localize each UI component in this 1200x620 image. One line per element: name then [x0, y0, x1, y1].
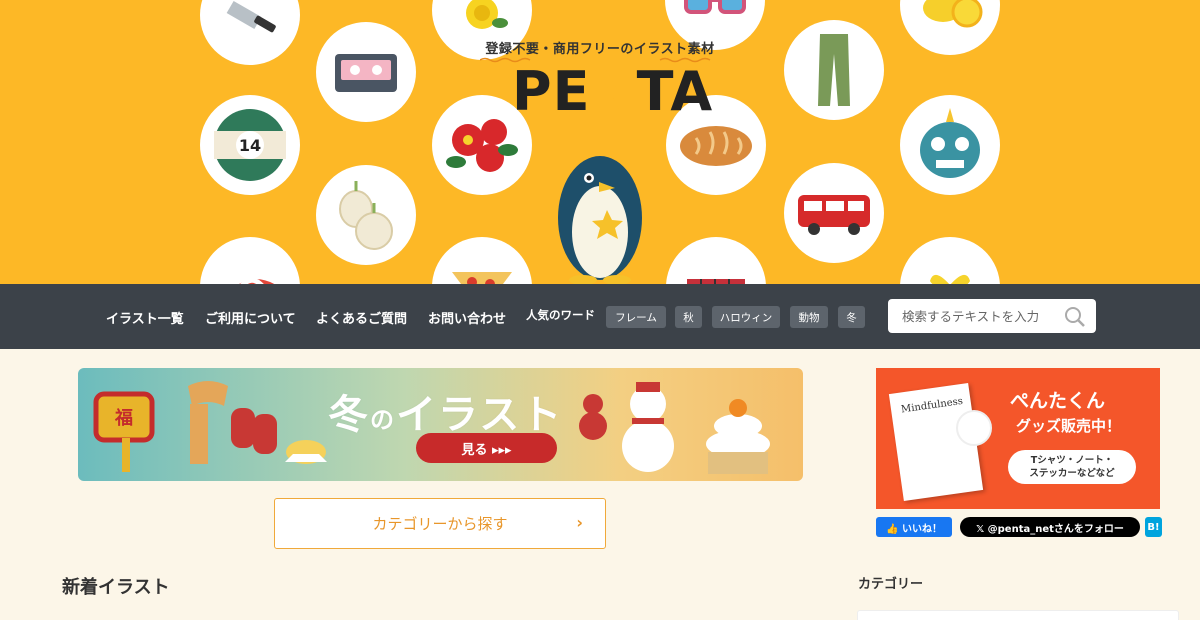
promo-title: ぺんたくん: [1010, 390, 1106, 412]
nav-contact[interactable]: お問い合わせ: [428, 308, 506, 327]
twitter-follow-button[interactable]: 𝕏 @penta_netさんをフォロー: [960, 517, 1140, 537]
umbrella-icon: [200, 237, 300, 284]
lemon-icon: [900, 0, 1000, 55]
tag-winter[interactable]: 冬: [838, 306, 865, 328]
billiard-ball-icon: 14: [200, 95, 300, 195]
nav-faq[interactable]: よくあるご質問: [316, 308, 407, 327]
tag-frame[interactable]: フレーム: [606, 306, 666, 328]
pizza-icon: [432, 237, 532, 284]
mittens-icon: [231, 408, 277, 454]
sidebar-category-heading: カテゴリー: [858, 577, 924, 592]
gift-icon: [900, 237, 1000, 284]
search-box: [888, 299, 1096, 333]
oni-mask-icon: [900, 95, 1000, 195]
search-input[interactable]: [902, 306, 1062, 326]
bus-icon: [784, 163, 884, 263]
promo-items-pill: Tシャツ・ノート・ ステッカーなどなど: [1008, 450, 1136, 484]
knife-icon: [200, 0, 300, 65]
facebook-like-button[interactable]: 👍 いいね！: [876, 517, 952, 537]
browse-by-category-button[interactable]: カテゴリーから探す ›: [274, 498, 606, 549]
new-illustrations-heading: 新着イラスト: [62, 577, 170, 598]
snowman-icon: [622, 382, 674, 472]
sidebar-category-box: [857, 610, 1179, 620]
gourd-icon: [579, 394, 607, 440]
main-nav: イラスト一覧 ご利用について よくあるご質問 お問い合わせ 人気のワード フレー…: [0, 284, 1200, 349]
popular-words-label: 人気のワード: [526, 308, 595, 322]
banner-view-button[interactable]: 見る ▸▸▸: [416, 433, 557, 463]
steamed-bun-icon: [285, 440, 327, 464]
cassette-icon: [316, 22, 416, 122]
hatena-bookmark-button[interactable]: B!: [1145, 517, 1162, 537]
tag-halloween[interactable]: ハロウィン: [712, 306, 780, 328]
hero-tagline: 登録不要・商用フリーのイラスト素材: [485, 42, 715, 57]
browse-by-category-label: カテゴリーから探す: [372, 515, 508, 533]
winter-illustrations-banner[interactable]: 福 冬のイラスト 見る ▸▸▸: [78, 368, 803, 481]
promo-subtitle: グッズ販売中！: [1016, 417, 1122, 435]
nav-about-usage[interactable]: ご利用について: [205, 308, 296, 327]
site-logo[interactable]: PENTA: [512, 60, 712, 123]
svg-text:福: 福: [114, 407, 133, 429]
hero-banner: 14 登録不要・商用フリーのイラスト素材 PENTA: [0, 0, 1200, 284]
chevron-right-icon: ›: [576, 513, 583, 532]
pants-icon: [784, 20, 884, 120]
tag-autumn[interactable]: 秋: [675, 306, 702, 328]
accordion-icon: [666, 237, 766, 284]
penguin-mascot-icon: [558, 156, 642, 284]
search-icon[interactable]: [1064, 306, 1086, 328]
banner-title: 冬のイラスト: [328, 392, 564, 438]
onion-icon: [316, 165, 416, 265]
lucky-mallet-icon: 福: [93, 391, 155, 472]
sticker-image: [956, 410, 992, 446]
tag-animals[interactable]: 動物: [790, 306, 828, 328]
goods-promo-banner[interactable]: Mindfulness ぺんたくん グッズ販売中！ Tシャツ・ノート・ ステッカ…: [876, 368, 1160, 509]
svg-text:14: 14: [239, 136, 261, 155]
kagami-mochi-icon: [706, 399, 770, 474]
nav-illustration-list[interactable]: イラスト一覧: [106, 308, 184, 327]
